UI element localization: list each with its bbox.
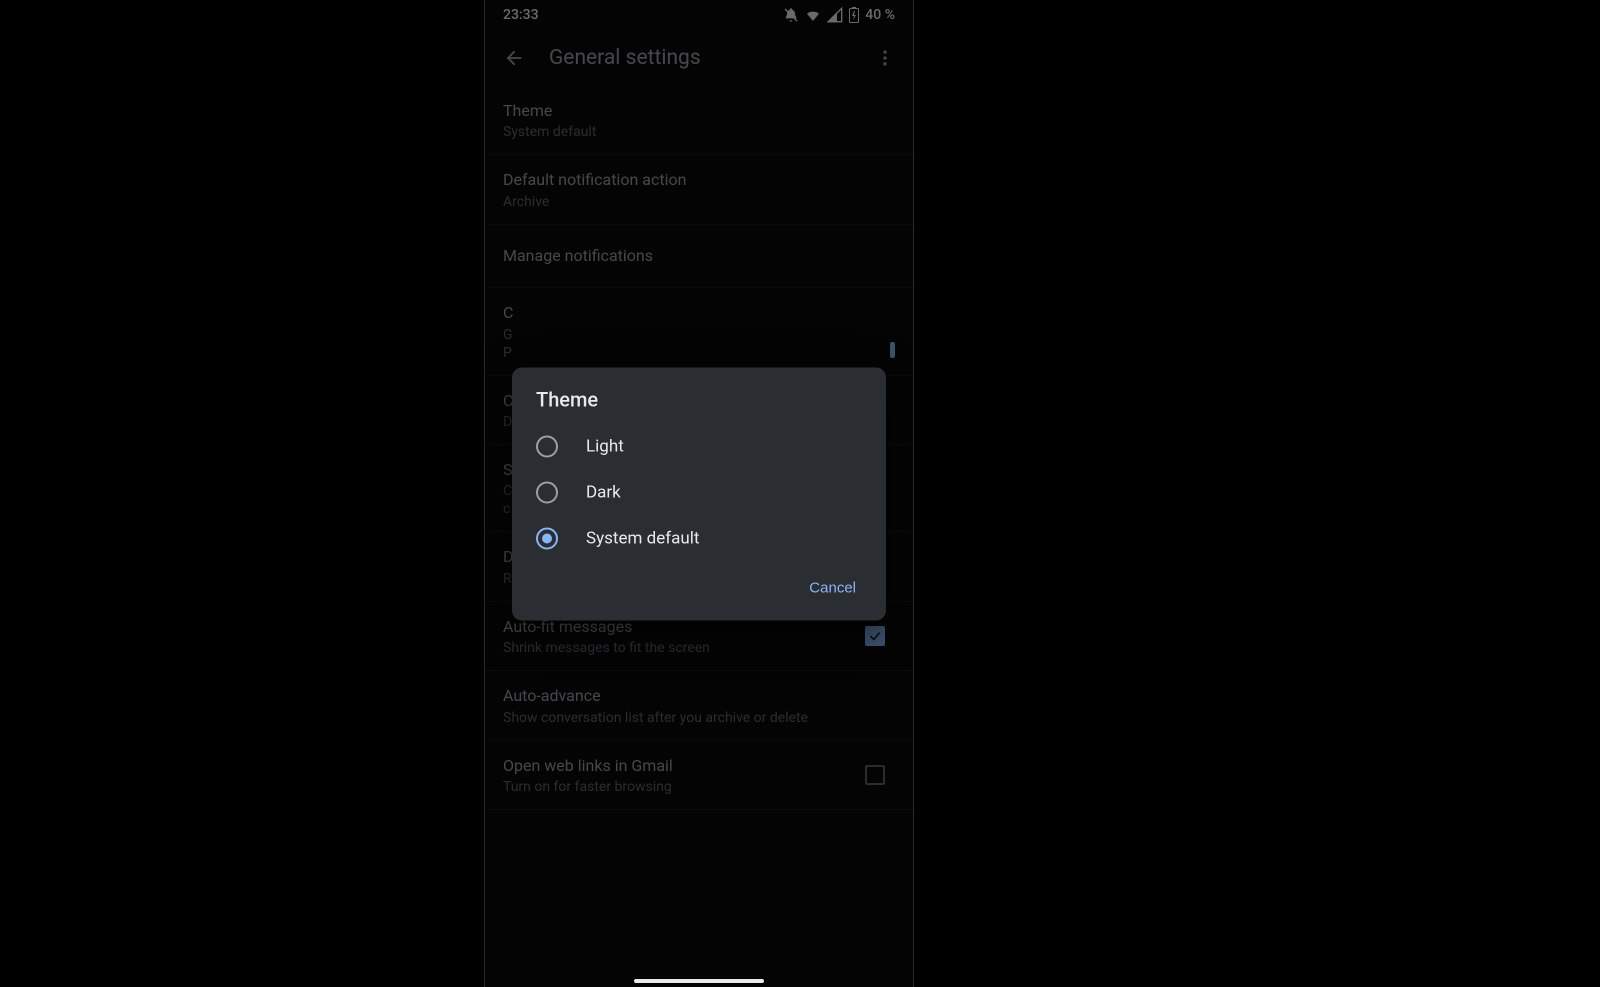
radio-label: Dark: [586, 482, 621, 502]
theme-option-system-default[interactable]: System default: [512, 515, 886, 561]
radio-icon: [536, 435, 558, 457]
radio-icon: [536, 481, 558, 503]
theme-dialog: Theme Light Dark System default Cancel: [512, 367, 886, 620]
phone-frame: 23:33 40 % General settings: [484, 0, 914, 987]
radio-label: Light: [586, 436, 624, 456]
radio-label: System default: [586, 528, 699, 548]
radio-icon: [536, 527, 558, 549]
theme-option-light[interactable]: Light: [512, 423, 886, 469]
dialog-title: Theme: [512, 367, 886, 423]
cancel-button[interactable]: Cancel: [795, 569, 870, 606]
gesture-bar[interactable]: [634, 979, 764, 983]
theme-option-dark[interactable]: Dark: [512, 469, 886, 515]
